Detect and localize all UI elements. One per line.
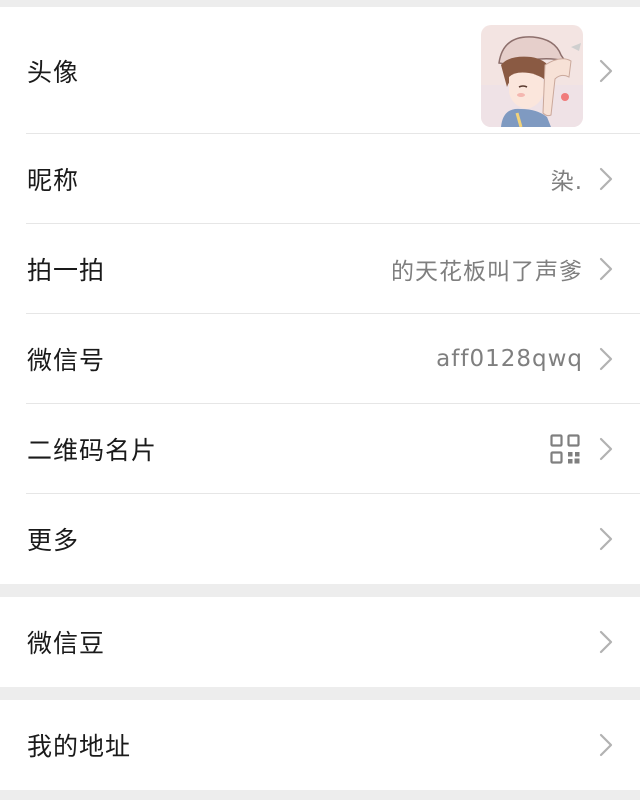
avatar-label: 头像 — [27, 57, 80, 87]
chevron-right-icon — [599, 527, 613, 551]
chevron-right-icon — [599, 257, 613, 281]
pat-row[interactable]: 拍一拍 的天花板叫了声爹 — [0, 224, 640, 314]
more-label: 更多 — [27, 526, 80, 555]
chevron-right-icon — [599, 167, 613, 191]
chevron-right-icon — [599, 733, 613, 757]
chevron-right-icon — [599, 437, 613, 461]
my-address-row[interactable]: 我的地址 — [0, 700, 640, 790]
profile-info-group: 头像 昵称 染. 拍一拍 的天花板叫了声爹 微信号 aff0128qwq 二维码… — [0, 7, 640, 584]
chevron-right-icon — [599, 59, 613, 82]
avatar-row[interactable]: 头像 — [0, 7, 640, 134]
nickname-label: 昵称 — [27, 166, 80, 195]
my-address-group: 我的地址 — [0, 700, 640, 790]
nickname-row[interactable]: 昵称 染. — [0, 134, 640, 224]
nickname-value: 染. — [550, 169, 583, 195]
more-row[interactable]: 更多 — [0, 494, 640, 584]
pat-label: 拍一拍 — [27, 256, 106, 285]
wechat-id-value: aff0128qwq — [436, 346, 583, 372]
wechat-beans-label: 微信豆 — [27, 629, 106, 658]
profile-settings-screen: 头像 昵称 染. 拍一拍 的天花板叫了声爹 微信号 aff0128qwq 二维码… — [0, 0, 640, 800]
my-address-label: 我的地址 — [27, 732, 132, 761]
chevron-right-icon — [599, 347, 613, 371]
wechat-beans-row[interactable]: 微信豆 — [0, 597, 640, 687]
wechat-id-row[interactable]: 微信号 aff0128qwq — [0, 314, 640, 404]
avatar — [481, 25, 583, 127]
wechat-beans-group: 微信豆 — [0, 597, 640, 687]
pat-value: 的天花板叫了声爹 — [391, 259, 583, 285]
qr-code-icon — [550, 434, 580, 464]
qr-card-row[interactable]: 二维码名片 — [0, 404, 640, 494]
qr-card-label: 二维码名片 — [27, 436, 158, 465]
wechat-id-label: 微信号 — [27, 346, 106, 375]
chevron-right-icon — [599, 630, 613, 654]
